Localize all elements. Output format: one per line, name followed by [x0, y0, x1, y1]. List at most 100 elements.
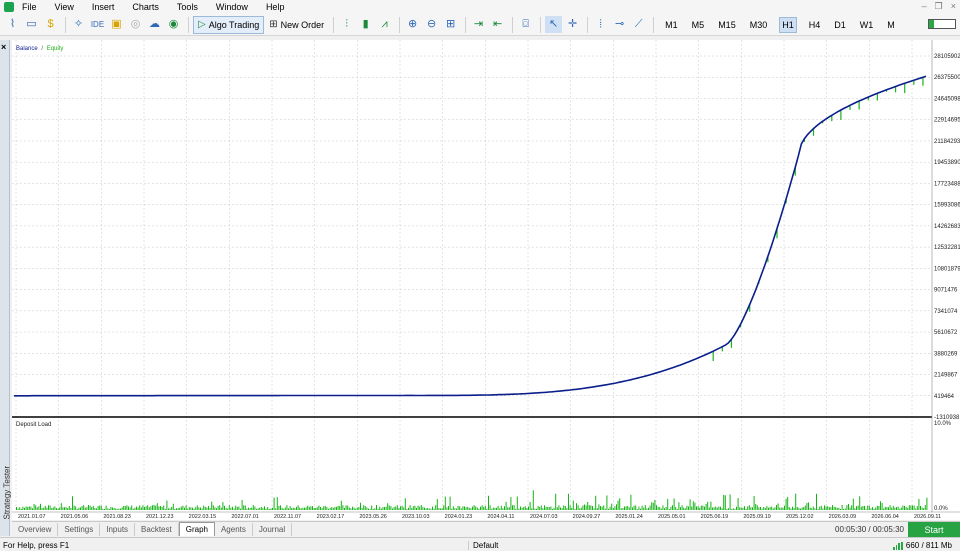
timeframe-m1[interactable]: M1 [663, 18, 680, 32]
menu-help[interactable]: Help [264, 2, 287, 12]
horizontal-line-icon[interactable]: ⊸ [611, 16, 628, 33]
templates-icon[interactable]: ▭ [23, 16, 40, 33]
deposit-load-bar [923, 508, 925, 510]
deposit-load-bar [108, 508, 110, 510]
close-icon[interactable]: × [951, 1, 956, 12]
deposit-load-bar [555, 493, 557, 510]
deposit-load-bar [16, 507, 17, 510]
menu-insert[interactable]: Insert [90, 2, 117, 12]
deposit-load-bar [441, 508, 443, 510]
deposit-load-bar [521, 507, 523, 510]
tab-inputs[interactable]: Inputs [100, 522, 136, 536]
deposit-load-bar [510, 497, 512, 510]
deposit-load-bar [131, 505, 133, 510]
deposit-load-bar [44, 505, 46, 510]
deposit-load-bar [329, 507, 331, 510]
menu-charts[interactable]: Charts [130, 2, 161, 12]
tab-agents[interactable]: Agents [215, 522, 253, 536]
signals-icon[interactable]: ✧ [70, 16, 87, 33]
deposit-load-bar [534, 508, 536, 510]
zoom-in-icon[interactable]: ⊕ [404, 16, 421, 33]
timeframe-m30[interactable]: M30 [748, 18, 770, 32]
tab-backtest[interactable]: Backtest [135, 522, 179, 536]
deposit-load-bar [446, 507, 448, 510]
tab-overview[interactable]: Overview [12, 522, 59, 536]
deposit-load-bar [704, 506, 705, 510]
balance-equity-chart[interactable]: 28105902 26375500 24645098 22914695 21184293… [12, 40, 960, 520]
deposit-load-bar [171, 506, 173, 510]
timeframe-h4[interactable]: H4 [807, 18, 823, 32]
chart-type-icon[interactable]: ⌇ [4, 16, 21, 33]
timeframe-w1[interactable]: W1 [858, 18, 876, 32]
timeframe-h1[interactable]: H1 [779, 16, 797, 33]
timeframe-mn[interactable]: M [885, 18, 897, 32]
cursor-icon[interactable]: ↖ [545, 16, 563, 33]
zoom-out-icon[interactable]: ⊖ [423, 16, 440, 33]
deposit-load-bar [699, 507, 701, 510]
deposit-load-bar [56, 508, 57, 510]
deposit-load-bar [33, 504, 35, 510]
cloud-icon[interactable]: ☁ [146, 16, 163, 33]
timeframe-m15[interactable]: M15 [716, 18, 738, 32]
lock-icon[interactable]: ▣ [108, 16, 125, 33]
deposit-load-bar [188, 507, 190, 510]
date-label: 2022.11.07 [274, 514, 301, 520]
menu-window[interactable]: Window [214, 2, 250, 12]
deposit-load-bar [190, 507, 192, 510]
deposit-load-bar [192, 507, 193, 510]
deposit-load-bar [427, 507, 429, 510]
tile-windows-icon[interactable]: ⊞ [442, 16, 459, 33]
deposit-load-bar [424, 507, 425, 510]
deposit-load-bar [252, 505, 254, 510]
deposit-load-bar [515, 508, 517, 510]
deposit-load-bar [902, 505, 904, 510]
deposit-load-bar [713, 507, 715, 510]
deposit-load-bar [488, 495, 489, 510]
deposit-load-bar [361, 508, 363, 510]
trendline-icon[interactable]: ⟋ [630, 16, 647, 33]
new-order-button[interactable]: ⊞ New Order [264, 16, 329, 34]
start-button[interactable]: Start [908, 522, 960, 537]
timeframe-d1[interactable]: D1 [832, 18, 848, 32]
deposit-load-bar [760, 506, 761, 510]
autoscroll-icon[interactable]: ⇥ [470, 16, 487, 33]
algo-trading-button[interactable]: ▷ Algo Trading [193, 15, 265, 34]
vertical-line-icon[interactable]: ⦙ [592, 16, 609, 33]
deposit-load-bar [580, 507, 582, 510]
line-chart-icon[interactable]: ⩘ [376, 16, 393, 33]
deposit-load-bar [788, 507, 790, 510]
deposit-load-bar [368, 508, 369, 510]
tab-journal[interactable]: Journal [253, 522, 293, 536]
restore-icon[interactable]: ❐ [935, 1, 943, 12]
deposit-load-bar [214, 507, 216, 510]
broadcast-icon[interactable]: ◎ [127, 16, 144, 33]
time-scale-labels: 2021.01.07 2021.05.06 2021.08.23 2021.12.23… [18, 514, 941, 520]
minimize-icon[interactable]: – [922, 1, 927, 12]
market-icon[interactable]: $ [42, 16, 59, 33]
deposit-load-bar [835, 507, 837, 510]
deposit-load-bar [232, 506, 233, 510]
candlestick-icon[interactable]: ▮ [357, 16, 374, 33]
status-profile[interactable]: Default [468, 541, 498, 550]
timeframe-m5[interactable]: M5 [690, 18, 707, 32]
price-label: 9071476 [934, 288, 958, 294]
close-panel-icon[interactable]: × [1, 42, 6, 52]
deposit-load-bar [732, 508, 734, 510]
menu-tools[interactable]: Tools [175, 2, 200, 12]
deposit-load-bar [646, 508, 648, 510]
tab-graph[interactable]: Graph [178, 522, 215, 536]
bar-chart-icon[interactable]: ⫶ [338, 16, 355, 33]
chart-shift-icon[interactable]: ⇤ [489, 16, 506, 33]
vps-icon[interactable]: ◉ [165, 16, 182, 33]
crosshair-icon[interactable]: ✛ [564, 16, 581, 33]
deposit-load-bar [372, 508, 374, 510]
deposit-load-bar [115, 508, 117, 510]
menu-file[interactable]: File [20, 2, 39, 12]
deposit-load-bar [628, 507, 630, 510]
screenshot-icon[interactable]: ⌼ [517, 16, 534, 33]
ide-icon[interactable]: IDE [89, 16, 106, 33]
menu-view[interactable]: View [53, 2, 76, 12]
tab-settings[interactable]: Settings [58, 522, 101, 536]
deposit-load-bar [451, 508, 453, 510]
tester-graph[interactable]: 28105902 26375500 24645098 22914695 21184293… [12, 40, 960, 520]
